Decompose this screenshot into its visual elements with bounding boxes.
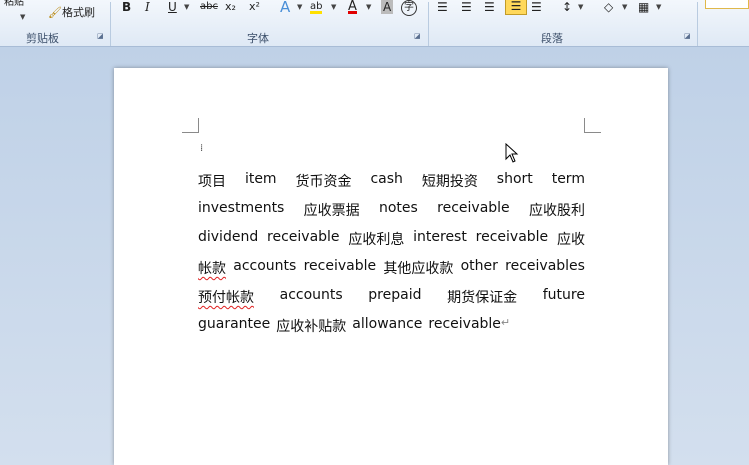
bold-button[interactable]: B bbox=[122, 0, 131, 14]
document-word: 期货保证金 bbox=[447, 290, 518, 306]
document-word: term bbox=[551, 171, 585, 187]
document-line[interactable]: 帐款 accounts receivable 其他应收款 other receivable… bbox=[198, 258, 585, 278]
group-divider bbox=[428, 2, 429, 46]
document-word: receivable bbox=[303, 258, 377, 274]
document-line[interactable]: guarantee 应收补贴款 allowance receivable ↵ bbox=[198, 316, 585, 336]
align-left-icon[interactable]: ☰ bbox=[437, 0, 448, 14]
ribbon: 粘贴 ▼ 🖌格式刷 剪贴板 ◪ B I U ▼ abc x₂ x² A ▼ ab… bbox=[0, 0, 749, 47]
styles-gallery[interactable] bbox=[705, 0, 749, 9]
document-line[interactable]: dividend receivable 应收利息 interest receivable… bbox=[198, 229, 585, 249]
paragraph-launcher-icon[interactable]: ◪ bbox=[684, 32, 692, 40]
document-word: 应收股利 bbox=[528, 203, 585, 219]
paragraph-mark-icon: ↵ bbox=[500, 316, 511, 329]
document-line[interactable]: 项目 item 货币资金 cash 短期投资 short term bbox=[198, 171, 585, 191]
shading-icon[interactable]: ◇ bbox=[604, 0, 613, 14]
subscript-button[interactable]: x₂ bbox=[225, 0, 236, 14]
document-word: accounts bbox=[233, 258, 297, 274]
document-line[interactable]: investments 应收票据 notes receivable 应收股利 bbox=[198, 200, 585, 220]
document-word: guarantee bbox=[198, 316, 271, 332]
font-group-label: 字体 bbox=[247, 32, 269, 45]
highlight-button[interactable]: ab bbox=[310, 0, 323, 14]
document-word: 预付帐款 bbox=[198, 290, 254, 306]
document-word: 短期投资 bbox=[421, 174, 478, 190]
document-word: 应收 bbox=[556, 232, 585, 248]
document-word: 应收补贴款 bbox=[276, 319, 347, 335]
borders-dropdown-icon[interactable]: ▼ bbox=[656, 0, 661, 14]
format-painter-button[interactable]: 🖌格式刷 bbox=[48, 6, 95, 20]
document-word: receivable bbox=[428, 316, 501, 332]
document-word: other bbox=[460, 258, 498, 274]
text-effect-dropdown-icon[interactable]: ▼ bbox=[297, 0, 302, 14]
shading-dropdown-icon[interactable]: ▼ bbox=[622, 0, 627, 14]
group-divider bbox=[110, 2, 111, 46]
text-effect-button[interactable]: A bbox=[280, 0, 290, 15]
character-shading-button[interactable]: A bbox=[381, 0, 394, 14]
document-word: 货币资金 bbox=[295, 174, 352, 190]
document-word: receivable bbox=[475, 229, 549, 245]
document-word: receivable bbox=[437, 200, 510, 216]
document-word: 项目 bbox=[198, 174, 226, 190]
document-word: 应收利息 bbox=[348, 232, 405, 248]
document-word: investments bbox=[198, 200, 285, 216]
align-right-icon[interactable]: ☰ bbox=[484, 0, 495, 14]
document-word: receivable bbox=[267, 229, 340, 245]
line-spacing-icon[interactable]: ↕ bbox=[562, 0, 572, 14]
italic-button[interactable]: I bbox=[145, 0, 150, 14]
document-word: cash bbox=[370, 171, 403, 187]
mouse-pointer-icon bbox=[505, 143, 519, 163]
group-divider bbox=[697, 2, 698, 46]
document-word: future bbox=[542, 287, 585, 303]
enclose-characters-button[interactable]: 字 bbox=[401, 0, 417, 16]
strikethrough-button[interactable]: abc bbox=[200, 0, 218, 14]
document-word: accounts bbox=[279, 287, 343, 303]
margin-corner-mark bbox=[584, 118, 601, 133]
paste-dropdown-icon[interactable]: ▼ bbox=[20, 10, 25, 24]
document-word: 帐款 bbox=[198, 261, 226, 277]
highlight-dropdown-icon[interactable]: ▼ bbox=[331, 0, 336, 14]
document-word: short bbox=[496, 171, 533, 187]
paragraph-group-label: 段落 bbox=[541, 32, 563, 45]
align-center-icon[interactable]: ☰ bbox=[461, 0, 472, 14]
borders-icon[interactable]: ▦ bbox=[638, 0, 649, 14]
clipboard-launcher-icon[interactable]: ◪ bbox=[97, 32, 105, 40]
font-color-dropdown-icon[interactable]: ▼ bbox=[366, 0, 371, 14]
font-launcher-icon[interactable]: ◪ bbox=[414, 32, 422, 40]
document-word: 应收票据 bbox=[303, 203, 360, 219]
document-word: receivables bbox=[505, 258, 585, 274]
document-word: notes bbox=[378, 200, 418, 216]
underline-dropdown-icon[interactable]: ▼ bbox=[184, 0, 189, 14]
document-word: allowance bbox=[352, 316, 423, 332]
empty-paragraph-mark: ⁞ bbox=[200, 143, 204, 154]
document-word: 其他应收款 bbox=[383, 261, 454, 277]
font-color-button[interactable]: A bbox=[348, 0, 357, 14]
document-line[interactable]: 预付帐款 accounts prepaid 期货保证金 future bbox=[198, 287, 585, 307]
brush-icon: 🖌 bbox=[48, 6, 62, 19]
paste-button[interactable]: 粘贴 bbox=[4, 0, 24, 10]
underline-button[interactable]: U bbox=[168, 0, 177, 14]
document-word: item bbox=[244, 171, 277, 187]
line-spacing-dropdown-icon[interactable]: ▼ bbox=[578, 0, 583, 14]
clipboard-group-label: 剪贴板 bbox=[26, 32, 59, 45]
justify-button[interactable]: ☰ bbox=[505, 0, 527, 15]
justify-icon: ☰ bbox=[510, 0, 522, 13]
distributed-align-icon[interactable]: ☰ bbox=[531, 0, 542, 14]
document-word: prepaid bbox=[368, 287, 422, 303]
superscript-button[interactable]: x² bbox=[249, 0, 260, 14]
document-word: dividend bbox=[198, 229, 259, 245]
document-word: interest bbox=[413, 229, 467, 245]
margin-corner-mark bbox=[182, 118, 199, 133]
